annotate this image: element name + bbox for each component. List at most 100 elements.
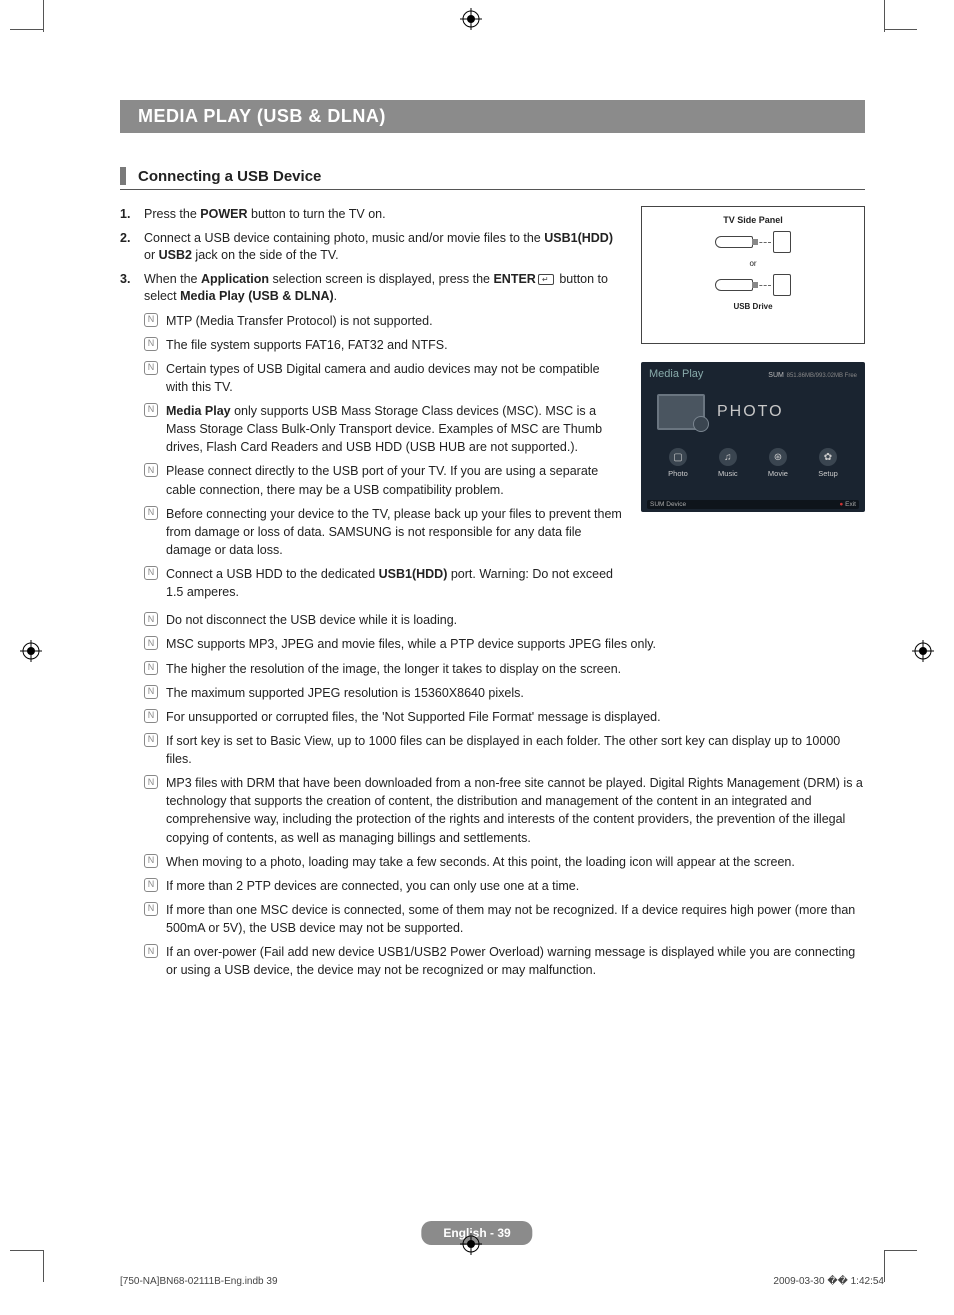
screen-footer-right: Exit [845, 501, 856, 508]
section-mark-icon [120, 167, 126, 185]
note-item: N When moving to a photo, loading may tak… [144, 853, 865, 871]
enter-button-icon [538, 274, 554, 285]
note-icon: N [144, 661, 158, 675]
tv-panel-diagram: TV Side Panel or USB Drive [641, 206, 865, 344]
usb-plug-icon [715, 236, 753, 248]
crop-mark [10, 1250, 43, 1251]
text: or [144, 248, 159, 262]
registration-mark-icon [460, 8, 482, 30]
screen-tab-label: Music [718, 469, 738, 478]
page-content: MEDIA PLAY (USB & DLNA) Connecting a USB… [120, 100, 865, 985]
music-icon: ♫ [719, 448, 737, 466]
note-icon: N [144, 403, 158, 417]
title-bar: MEDIA PLAY (USB & DLNA) [120, 100, 865, 133]
registration-mark-icon [20, 640, 42, 662]
note-icon: N [144, 313, 158, 327]
photo-thumbnail-icon [657, 394, 705, 430]
note-item: NMP3 files with DRM that have been downl… [144, 774, 865, 847]
text-column: 1. Press the POWER button to turn the TV… [120, 206, 623, 607]
document-footer: [750-NA]BN68-02111B-Eng.indb 39 2009-03-… [120, 1276, 884, 1287]
note-text: The file system supports FAT16, FAT32 an… [166, 336, 623, 354]
step-2: 2. Connect a USB device containing photo… [120, 230, 623, 265]
screen-footer-left: SUM Device [650, 501, 686, 508]
text: Connect a USB HDD to the dedicated [166, 567, 379, 581]
note-text: MSC supports MP3, JPEG and movie files, … [166, 635, 865, 653]
note-item: NCertain types of USB Digital camera and… [144, 360, 623, 396]
note-icon: N [144, 878, 158, 892]
screen-title: Media Play [649, 368, 703, 380]
note-text: Media Play only supports USB Mass Storag… [166, 402, 623, 456]
note-item: N The maximum supported JPEG resolution i… [144, 684, 865, 702]
text-bold: ENTER [493, 272, 535, 286]
doc-footer-left: [750-NA]BN68-02111B-Eng.indb 39 [120, 1276, 278, 1287]
side-column: TV Side Panel or USB Drive Media Play SU… [641, 206, 865, 607]
text-bold: USB1(HDD) [379, 567, 448, 581]
crop-mark [43, 1250, 44, 1282]
crop-mark [884, 29, 917, 30]
note-text: MTP (Media Transfer Protocol) is not sup… [166, 312, 623, 330]
crop-mark [884, 1250, 917, 1251]
note-text: The higher the resolution of the image, … [166, 660, 865, 678]
note-icon: N [144, 566, 158, 580]
text: Press the [144, 207, 200, 221]
screen-sum-label: SUM [768, 372, 784, 379]
note-text: If more than 2 PTP devices are connected… [166, 877, 865, 895]
text: When the [144, 272, 201, 286]
section-header: Connecting a USB Device [120, 167, 865, 190]
note-item: N MTP (Media Transfer Protocol) is not su… [144, 312, 623, 330]
note-item: N If more than 2 PTP devices are connecte… [144, 877, 865, 895]
note-item: N Connect a USB HDD to the dedicated USB1… [144, 565, 623, 601]
movie-icon: ⊛ [769, 448, 787, 466]
text-bold: USB1(HDD) [544, 231, 613, 245]
note-icon: N [144, 612, 158, 626]
note-item: NDo not disconnect the USB device while … [144, 611, 865, 629]
full-width-notes: NDo not disconnect the USB device while … [120, 611, 865, 979]
note-text: When moving to a photo, loading may take… [166, 853, 865, 871]
note-text: If an over-power (Fail add new device US… [166, 943, 865, 979]
note-item: NIf an over-power (Fail add new device U… [144, 943, 865, 979]
note-item: NFor unsupported or corrupted files, the… [144, 708, 865, 726]
media-play-screenshot: Media Play SUM 851.86MB/993.02MB Free PH… [641, 362, 865, 512]
text: . [334, 289, 337, 303]
crop-mark [884, 1250, 885, 1282]
note-icon: N [144, 733, 158, 747]
text-bold: Media Play [166, 404, 231, 418]
note-icon: N [144, 854, 158, 868]
note-text: For unsupported or corrupted files, the … [166, 708, 865, 726]
text: selection screen is displayed, press the [269, 272, 493, 286]
note-icon: N [144, 506, 158, 520]
usb-port-icon [773, 231, 791, 253]
registration-mark-icon [460, 1233, 482, 1255]
text-bold: POWER [200, 207, 247, 221]
note-item: N Please connect directly to the USB port… [144, 462, 623, 498]
note-icon: N [144, 463, 158, 477]
screen-tab-label: Setup [818, 469, 838, 478]
note-item: N The file system supports FAT16, FAT32 a… [144, 336, 623, 354]
note-item: NBefore connecting your device to the TV… [144, 505, 623, 559]
screen-tab-photo: ▢Photo [668, 448, 688, 478]
note-icon: N [144, 902, 158, 916]
usb-plug-icon [715, 279, 753, 291]
doc-footer-right: 2009-03-30 �� 1:42:54 [773, 1276, 884, 1287]
screen-tab-setup: ✿Setup [818, 448, 838, 478]
diagram-drive-label: USB Drive [650, 302, 856, 311]
note-icon: N [144, 775, 158, 789]
note-icon: N [144, 337, 158, 351]
note-item: N If more than one MSC device is connecte… [144, 901, 865, 937]
screen-tab-label: Photo [668, 469, 688, 478]
note-icon: N [144, 685, 158, 699]
text-bold: Media Play (USB & DLNA) [180, 289, 334, 303]
note-item: N Media Play only supports USB Mass Stora… [144, 402, 623, 456]
section-title: Connecting a USB Device [138, 168, 321, 185]
usb-port-icon [773, 274, 791, 296]
note-item: NMSC supports MP3, JPEG and movie files,… [144, 635, 865, 653]
note-text: Connect a USB HDD to the dedicated USB1(… [166, 565, 623, 601]
note-text: The maximum supported JPEG resolution is… [166, 684, 865, 702]
screen-free-label: 851.86MB/993.02MB Free [787, 373, 857, 379]
diagram-or-label: or [650, 259, 856, 268]
note-text: Please connect directly to the USB port … [166, 462, 623, 498]
note-text: If sort key is set to Basic View, up to … [166, 732, 865, 768]
diagram-label: TV Side Panel [650, 215, 856, 225]
step-1: 1. Press the POWER button to turn the TV… [120, 206, 623, 224]
note-text: If more than one MSC device is connected… [166, 901, 865, 937]
